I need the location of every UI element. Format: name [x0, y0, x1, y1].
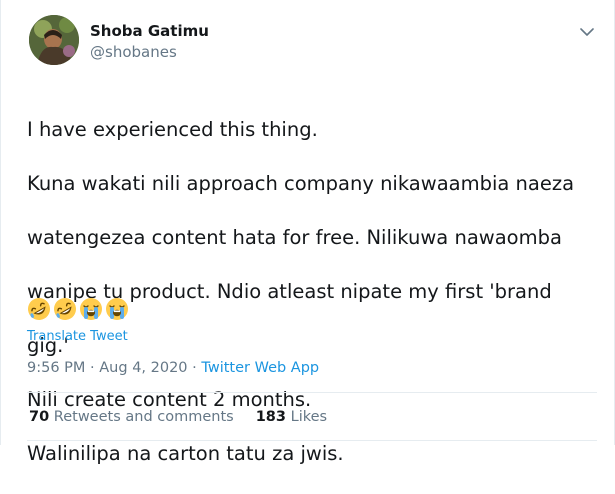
- likes-label: Likes: [290, 409, 328, 425]
- user-handle[interactable]: @shobanes: [90, 43, 177, 61]
- divider: [27, 392, 597, 393]
- loudly-crying-icon: [106, 298, 128, 320]
- tweet-line: Kuna wakati nili approach company nikawa…: [27, 172, 575, 195]
- tweet-date[interactable]: Aug 4, 2020: [99, 360, 187, 376]
- tweet-line: Walinilipa na carton tatu za jwis.: [27, 442, 344, 465]
- tweet-text: I have experienced this thing. Kuna waka…: [27, 89, 597, 494]
- meta-separator: ·: [85, 360, 100, 376]
- tweet-metadata: 9:56 PM · Aug 4, 2020 · Twitter Web App: [27, 360, 319, 376]
- divider: [27, 440, 597, 441]
- loudly-crying-icon: [80, 298, 102, 320]
- retweets-stat[interactable]: 70 Retweets and comments: [29, 409, 234, 425]
- display-name[interactable]: Shoba Gatimu: [90, 22, 209, 40]
- chevron-down-icon[interactable]: [577, 24, 597, 40]
- tweet-stats: 70 Retweets and comments 183 Likes: [29, 409, 327, 425]
- emoji-row: [27, 297, 129, 321]
- avatar[interactable]: [29, 15, 79, 65]
- translate-tweet-link[interactable]: Translate Tweet: [27, 329, 128, 344]
- tweet-line: I have experienced this thing.: [27, 118, 318, 141]
- avatar-image: [29, 15, 79, 65]
- tweet-source-link[interactable]: Twitter Web App: [201, 360, 319, 376]
- likes-count: 183: [255, 409, 286, 425]
- rolling-on-floor-laughing-icon: [28, 298, 50, 320]
- tweet-card: Shoba Gatimu @shobanes I have experience…: [0, 0, 615, 465]
- rolling-on-floor-laughing-icon: [54, 298, 76, 320]
- retweets-label: Retweets and comments: [53, 409, 234, 425]
- retweets-count: 70: [29, 409, 50, 425]
- tweet-line: watengezea content hata for free. Niliku…: [27, 226, 562, 249]
- likes-stat[interactable]: 183 Likes: [256, 409, 327, 425]
- meta-separator: ·: [187, 360, 202, 376]
- tweet-time[interactable]: 9:56 PM: [27, 360, 85, 376]
